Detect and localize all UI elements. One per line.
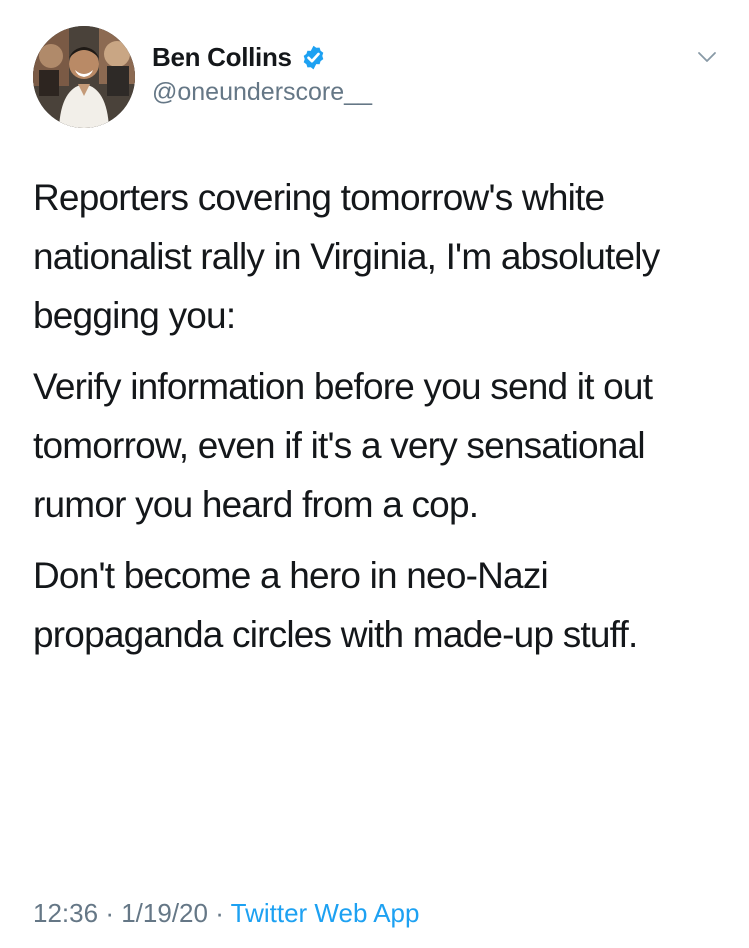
author-handle[interactable]: @oneunderscore__ bbox=[152, 78, 372, 107]
avatar[interactable] bbox=[33, 26, 135, 128]
tweet-paragraph: Reporters covering tomorrow's white nati… bbox=[33, 177, 660, 336]
meta-separator: · bbox=[215, 898, 224, 928]
avatar-image bbox=[33, 26, 135, 128]
tweet-paragraph: Don't become a hero in neo-Nazi propagan… bbox=[33, 555, 638, 655]
tweet-header: Ben Collins @oneunderscore__ bbox=[0, 0, 749, 150]
tweet-source-link[interactable]: Twitter Web App bbox=[231, 898, 420, 928]
tweet-meta: 12:36 · 1/19/20 · Twitter Web App bbox=[33, 898, 419, 929]
author-display-name[interactable]: Ben Collins bbox=[152, 42, 292, 73]
tweet-date[interactable]: 1/19/20 bbox=[121, 898, 208, 928]
tweet-paragraph: Verify information before you send it ou… bbox=[33, 366, 653, 525]
chevron-down-icon[interactable] bbox=[692, 42, 722, 72]
verified-badge-icon bbox=[300, 44, 327, 71]
tweet-time[interactable]: 12:36 bbox=[33, 898, 98, 928]
tweet-text: Reporters covering tomorrow's white nati… bbox=[33, 168, 723, 676]
meta-separator: · bbox=[105, 898, 114, 928]
author-name-row[interactable]: Ben Collins bbox=[152, 40, 327, 74]
